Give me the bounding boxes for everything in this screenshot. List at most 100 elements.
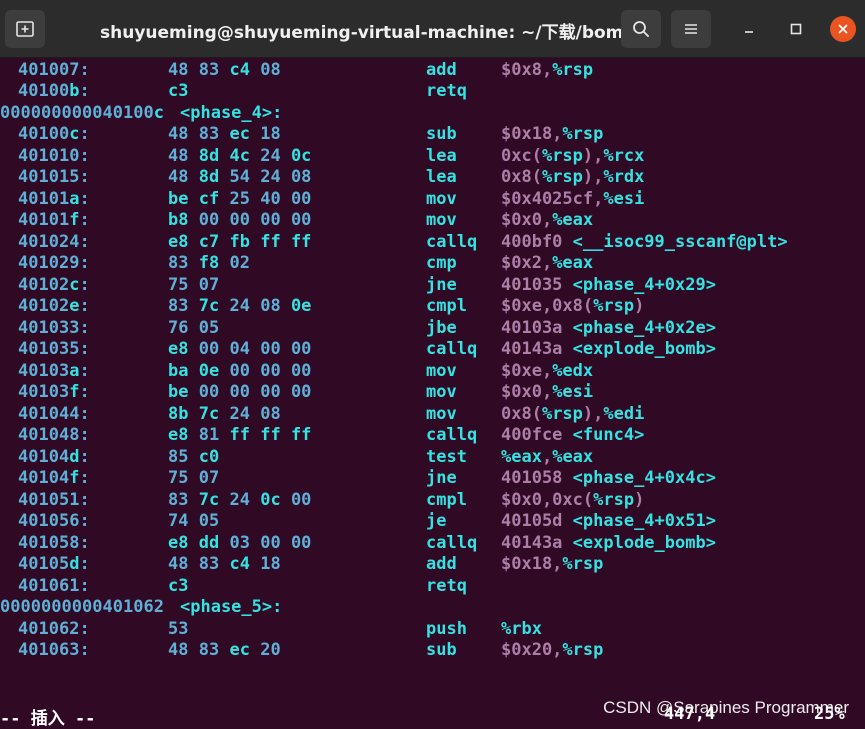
instruction-address: 401007: xyxy=(18,59,90,80)
minimize-button[interactable] xyxy=(736,16,762,42)
instruction-bytes: 48 83 ec 18 xyxy=(168,124,281,144)
instruction-line: 401048: e8 81 ff ff ff callq 400fce <func4> xyxy=(0,425,865,447)
instruction-address: 40104f: xyxy=(18,468,90,488)
instruction-bytes: c3 xyxy=(168,575,189,596)
instruction-address: 401029: xyxy=(18,253,90,273)
instruction-mnemonic: mov xyxy=(426,382,457,402)
instruction-line: 401015: 48 8d 54 24 08 lea 0x8(%rsp),%rdx xyxy=(0,167,865,189)
instruction-address: 401051: xyxy=(18,489,90,510)
instruction-bytes: 48 83 c4 08 xyxy=(168,59,281,80)
instruction-mnemonic: mov xyxy=(426,403,457,424)
instruction-line: 401061: c3 retq xyxy=(0,576,865,598)
instruction-mnemonic: add xyxy=(426,554,457,574)
function-header: 000000000040100c <phase_4>: xyxy=(0,103,865,125)
instruction-mnemonic: cmpl xyxy=(426,296,467,316)
instruction-bytes: 83 7c 24 08 0e xyxy=(168,296,312,316)
instruction-address: 40102e: xyxy=(18,296,90,316)
instruction-line: 40102c: 75 07 jne 401035 <phase_4+0x29> xyxy=(0,275,865,297)
search-button[interactable] xyxy=(621,10,661,48)
new-tab-button[interactable] xyxy=(5,10,45,48)
instruction-address: 401063: xyxy=(18,640,90,660)
instruction-bytes: e8 81 ff ff ff xyxy=(168,425,312,445)
instruction-bytes: 75 07 xyxy=(168,468,220,488)
instruction-operands: $0x0,%esi xyxy=(501,382,594,402)
instruction-bytes: 53 xyxy=(168,618,189,639)
instruction-mnemonic: jne xyxy=(426,468,457,488)
instruction-operands: 401035 <phase_4+0x29> xyxy=(501,274,716,295)
window-title: shuyueming@shuyueming-virtual-machine: ~… xyxy=(100,23,636,43)
instruction-bytes: 75 07 xyxy=(168,274,220,295)
instruction-bytes: 83 f8 02 xyxy=(168,253,250,273)
instruction-operands: 400fce <func4> xyxy=(501,425,645,445)
instruction-operands: %eax,%eax xyxy=(501,446,594,467)
instruction-mnemonic: test xyxy=(426,446,467,467)
instruction-address: 40105d: xyxy=(18,554,90,574)
instruction-operands: $0x18,%rsp xyxy=(501,124,604,144)
instruction-operands: $0x0,0xc(%rsp) xyxy=(501,489,645,510)
instruction-address: 40100c: xyxy=(18,124,90,144)
instruction-mnemonic: callq xyxy=(426,425,478,445)
instruction-address: 40101a: xyxy=(18,188,90,209)
instruction-line: 401007: 48 83 c4 08 add $0x8,%rsp xyxy=(0,60,865,82)
instruction-mnemonic: callq xyxy=(426,339,478,359)
instruction-bytes: e8 dd 03 00 00 xyxy=(168,532,312,553)
instruction-mnemonic: cmpl xyxy=(426,489,467,510)
instruction-bytes: e8 c7 fb ff ff xyxy=(168,231,312,252)
instruction-line: 40103a: ba 0e 00 00 00 mov $0xe,%edx xyxy=(0,361,865,383)
instruction-mnemonic: callq xyxy=(426,532,478,553)
instruction-operands: $0xe,%edx xyxy=(501,360,594,381)
instruction-address: 401035: xyxy=(18,339,90,359)
maximize-icon xyxy=(790,23,802,35)
instruction-bytes: 76 05 xyxy=(168,317,220,338)
instruction-line: 401058: e8 dd 03 00 00 callq 40143a <explod… xyxy=(0,533,865,555)
watermark-text: CSDN @Sarapines Programmer xyxy=(603,698,849,717)
instruction-bytes: 85 c0 xyxy=(168,446,220,467)
instruction-mnemonic: jbe xyxy=(426,317,457,338)
maximize-button[interactable] xyxy=(783,16,809,42)
instruction-operands: 400bf0 <__isoc99_sscanf@plt> xyxy=(501,231,788,252)
title-bar: shuyueming@shuyueming-virtual-machine: ~… xyxy=(0,0,865,58)
instruction-address: 401033: xyxy=(18,317,90,338)
instruction-bytes: be 00 00 00 00 xyxy=(168,382,312,402)
instruction-bytes: b8 00 00 00 00 xyxy=(168,210,312,230)
menu-button[interactable] xyxy=(671,10,711,48)
instruction-mnemonic: je xyxy=(426,511,447,531)
instruction-mnemonic: mov xyxy=(426,210,457,230)
instruction-bytes: 48 8d 54 24 08 xyxy=(168,167,312,187)
instruction-line: 401035: e8 00 04 00 00 callq 40143a <explod… xyxy=(0,339,865,361)
instruction-operands: 40103a <phase_4+0x2e> xyxy=(501,317,716,338)
instruction-operands: 401058 <phase_4+0x4c> xyxy=(501,468,716,488)
instruction-mnemonic: sub xyxy=(426,124,457,144)
instruction-line: 40100c: 48 83 ec 18 sub $0x18,%rsp xyxy=(0,124,865,146)
instruction-mnemonic: jne xyxy=(426,274,457,295)
instruction-address: 40102c: xyxy=(18,274,90,295)
terminal-content[interactable]: 401007: 48 83 c4 08 add $0x8,%rsp 40100b: c3 r… xyxy=(0,58,865,729)
instruction-line: 40100b: c3 retq xyxy=(0,81,865,103)
instruction-operands: $0x8,%rsp xyxy=(501,59,594,80)
instruction-address: 401010: xyxy=(18,145,90,166)
instruction-address: 401048: xyxy=(18,425,90,445)
instruction-line: 401051: 83 7c 24 0c 00 cmpl $0x0,0xc(%rsp) xyxy=(0,490,865,512)
instruction-operands: %rbx xyxy=(501,618,542,639)
instruction-bytes: 74 05 xyxy=(168,511,220,531)
instruction-mnemonic: lea xyxy=(426,145,457,166)
instruction-line: 40104d: 85 c0 test %eax,%eax xyxy=(0,447,865,469)
instruction-operands: 0xc(%rsp),%rcx xyxy=(501,145,645,166)
instruction-line: 401033: 76 05 jbe 40103a <phase_4+0x2e> xyxy=(0,318,865,340)
instruction-mnemonic: push xyxy=(426,618,467,639)
instruction-mnemonic: lea xyxy=(426,167,457,187)
function-label: <phase_4>: xyxy=(180,102,283,123)
instruction-bytes: 8b 7c 24 08 xyxy=(168,403,281,424)
instruction-line: 40105d: 48 83 c4 18 add $0x18,%rsp xyxy=(0,554,865,576)
minimize-icon xyxy=(745,31,753,33)
instruction-bytes: 83 7c 24 0c 00 xyxy=(168,489,312,510)
instruction-bytes: 48 83 c4 18 xyxy=(168,554,281,574)
instruction-address: 401024: xyxy=(18,231,90,252)
close-icon xyxy=(838,24,848,34)
instruction-line: 40101f: b8 00 00 00 00 mov $0x0,%eax xyxy=(0,210,865,232)
instruction-operands: 0x8(%rsp),%edi xyxy=(501,403,645,424)
instruction-operands: $0x18,%rsp xyxy=(501,554,604,574)
hamburger-menu-icon xyxy=(685,24,697,34)
function-label: <phase_5>: xyxy=(180,597,283,617)
close-button[interactable] xyxy=(830,16,856,42)
